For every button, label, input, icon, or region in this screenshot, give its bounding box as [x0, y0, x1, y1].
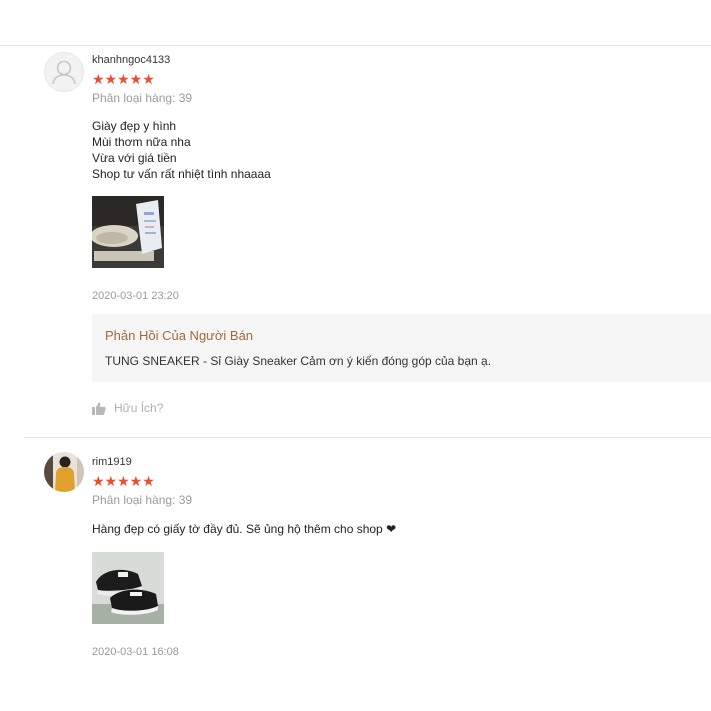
seller-reply-title: Phản Hồi Của Người Bán [105, 328, 254, 343]
avatar[interactable] [44, 452, 84, 492]
review-photo[interactable] [92, 552, 164, 624]
comment-text: Hàng đẹp có giấy tờ đầy đủ. Sẽ ủng hộ th… [92, 522, 383, 536]
heart-icon: ❤ [386, 522, 397, 536]
review-username[interactable]: khanhngoc4133 [92, 54, 170, 66]
sneakers-photo [92, 552, 164, 624]
thumbs-up-icon [92, 402, 106, 415]
avatar[interactable] [44, 52, 84, 92]
rating-stars: ★★★★★ [92, 473, 155, 489]
review-photo[interactable] [92, 196, 164, 268]
user-photo-avatar [44, 452, 84, 492]
review-username[interactable]: rim1919 [92, 456, 132, 468]
helpful-button[interactable]: Hữu Ích? [92, 401, 163, 415]
comment-line: Shop tư vấn rất nhiệt tình nhaaaa [92, 167, 271, 181]
top-divider [0, 45, 711, 46]
default-user-icon [52, 60, 76, 85]
shoe-box-photo [92, 196, 164, 268]
comment-line: Giày đẹp y hình [92, 119, 177, 133]
comment-line: Vừa với giá tiền [92, 151, 177, 165]
rating-stars: ★★★★★ [92, 71, 155, 87]
product-variation: Phân loại hàng: 39 [92, 493, 193, 507]
helpful-label: Hữu Ích? [114, 401, 164, 415]
review-comment: Giày đẹp y hình Mùi thơm nữa nha Vừa với… [92, 118, 271, 182]
product-variation: Phân loại hàng: 39 [92, 91, 193, 105]
seller-reply: Phản Hồi Của Người Bán TUNG SNEAKER - Sỉ… [92, 314, 711, 382]
seller-reply-text: TUNG SNEAKER - Sỉ Giày Sneaker Cảm ơn ý … [105, 354, 492, 368]
review-timestamp: 2020-03-01 23:20 [92, 290, 179, 302]
review-timestamp: 2020-03-01 16:08 [92, 646, 179, 658]
review-divider [24, 437, 711, 438]
comment-line: Mùi thơm nữa nha [92, 135, 191, 149]
review-comment: Hàng đẹp có giấy tờ đầy đủ. Sẽ ủng hộ th… [92, 521, 396, 537]
reviews-page: khanhngoc4133 ★★★★★ Phân loại hàng: 39 G… [0, 0, 711, 711]
